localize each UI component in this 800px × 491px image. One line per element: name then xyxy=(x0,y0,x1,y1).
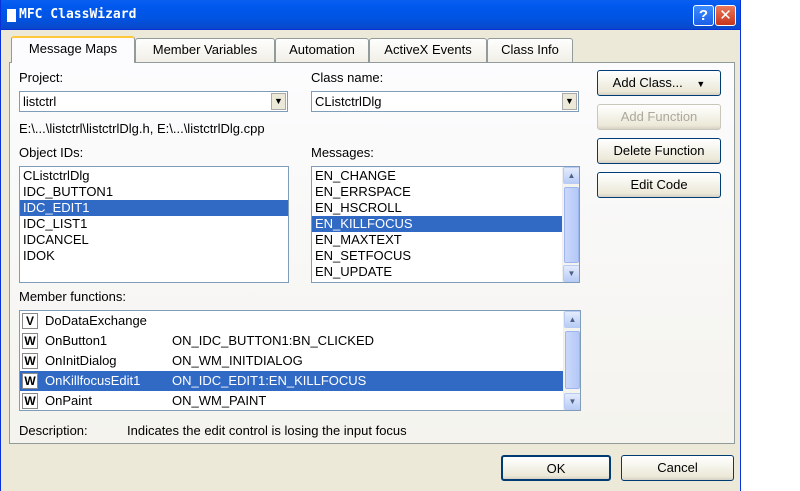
message-item[interactable]: EN_MAXTEXT xyxy=(312,232,563,248)
description-label: Description: xyxy=(19,423,88,438)
member-function-message: ON_WM_INITDIALOG xyxy=(172,353,303,368)
description-text: Indicates the edit control is losing the… xyxy=(127,423,407,438)
object-id-item[interactable]: IDC_EDIT1 xyxy=(20,200,288,216)
scroll-thumb[interactable] xyxy=(565,331,580,389)
tab-message-maps[interactable]: Message Maps xyxy=(11,36,135,63)
message-item[interactable]: EN_SETFOCUS xyxy=(312,248,563,264)
scroll-up-icon[interactable]: ▲ xyxy=(563,167,579,184)
chevron-down-icon: ▼ xyxy=(696,79,706,89)
scroll-down-icon[interactable]: ▼ xyxy=(564,393,580,410)
object-id-item[interactable]: IDC_BUTTON1 xyxy=(20,184,288,200)
window-title: MFC ClassWizard xyxy=(19,7,137,22)
virtual-function-icon: V xyxy=(22,313,38,329)
messages-list[interactable]: EN_CHANGE EN_ERRSPACE EN_HSCROLL EN_KILLFOC… xyxy=(311,166,580,283)
message-item[interactable]: EN_HSCROLL xyxy=(312,200,563,216)
class-name-label: Class name: xyxy=(311,70,384,85)
project-combo[interactable]: listctrl ▼ xyxy=(19,91,288,112)
message-item[interactable]: EN_CHANGE xyxy=(312,168,563,184)
member-function-row[interactable]: V DoDataExchange xyxy=(20,311,564,331)
member-function-row[interactable]: W OnPaint ON_WM_PAINT xyxy=(20,391,564,410)
class-name-combo[interactable]: CListctrlDlg ▼ xyxy=(311,91,579,112)
tab-automation[interactable]: Automation xyxy=(275,38,369,62)
windows-message-icon: W xyxy=(22,333,38,349)
member-function-row[interactable]: W OnKillfocusEdit1 ON_IDC_EDIT1:EN_KILLFOC… xyxy=(20,371,564,391)
object-ids-label: Object IDs: xyxy=(19,145,84,160)
member-function-row[interactable]: W OnInitDialog ON_WM_INITDIALOG xyxy=(20,351,564,371)
messages-label: Messages: xyxy=(311,145,374,160)
windows-message-icon: W xyxy=(22,393,38,409)
message-item[interactable]: EN_ERRSPACE xyxy=(312,184,563,200)
edit-code-button[interactable]: Edit Code xyxy=(597,172,721,198)
object-id-item[interactable]: IDOK xyxy=(20,248,288,264)
ok-button[interactable]: OK xyxy=(501,455,611,481)
windows-message-icon: W xyxy=(22,353,38,369)
chevron-down-icon[interactable]: ▼ xyxy=(271,93,286,110)
object-id-item[interactable]: IDCANCEL xyxy=(20,232,288,248)
project-label: Project: xyxy=(19,70,64,85)
help-button[interactable]: ? xyxy=(693,5,714,26)
close-button[interactable]: ✕ xyxy=(715,5,736,26)
cancel-button[interactable]: Cancel xyxy=(621,455,734,481)
window-icon xyxy=(7,9,16,22)
member-function-message: ON_WM_PAINT xyxy=(172,393,267,408)
member-function-message: ON_IDC_BUTTON1:BN_CLICKED xyxy=(172,333,375,348)
file-path: E:\...\listctrl\listctrlDlg.h, E:\...\li… xyxy=(19,121,265,136)
add-function-button[interactable]: Add Function xyxy=(597,104,721,130)
add-class-button[interactable]: Add Class... ▼ xyxy=(597,70,721,96)
member-function-name: OnInitDialog xyxy=(45,353,117,368)
member-functions-label: Member functions: xyxy=(19,289,126,304)
member-function-row[interactable]: W OnButton1 ON_IDC_BUTTON1:BN_CLICKED xyxy=(20,331,564,351)
tab-activex-events[interactable]: ActiveX Events xyxy=(369,38,487,62)
class-name-value: CListctrlDlg xyxy=(315,94,382,109)
object-id-item[interactable]: IDC_LIST1 xyxy=(20,216,288,232)
classwizard-dialog: MFC ClassWizard ? ✕ Message Maps Member … xyxy=(0,0,741,491)
message-item[interactable]: EN_UPDATE xyxy=(312,264,563,280)
tab-class-info[interactable]: Class Info xyxy=(487,38,573,62)
member-functions-scrollbar[interactable]: ▲ ▼ xyxy=(563,311,580,410)
member-function-name: OnPaint xyxy=(45,393,92,408)
member-function-name: OnButton1 xyxy=(45,333,108,348)
add-class-label: Add Class... xyxy=(612,75,683,90)
scroll-up-icon[interactable]: ▲ xyxy=(564,311,580,328)
member-function-name: DoDataExchange xyxy=(45,313,147,328)
scroll-down-icon[interactable]: ▼ xyxy=(563,265,579,282)
scroll-thumb[interactable] xyxy=(564,187,579,263)
delete-function-button[interactable]: Delete Function xyxy=(597,138,721,164)
chevron-down-icon[interactable]: ▼ xyxy=(562,93,577,110)
project-value: listctrl xyxy=(23,94,57,109)
member-functions-list[interactable]: V DoDataExchange W OnButton1 ON_IDC_BUTTON1:… xyxy=(19,310,581,411)
object-id-item[interactable]: CListctrlDlg xyxy=(20,168,288,184)
member-function-name: OnKillfocusEdit1 xyxy=(45,373,141,388)
title-bar: MFC ClassWizard ? ✕ xyxy=(1,0,740,30)
member-function-message: ON_IDC_EDIT1:EN_KILLFOCUS xyxy=(172,373,367,388)
tab-member-variables[interactable]: Member Variables xyxy=(135,38,275,62)
message-item[interactable]: EN_KILLFOCUS xyxy=(312,216,563,232)
windows-message-icon: W xyxy=(22,373,38,389)
object-ids-list[interactable]: CListctrlDlg IDC_BUTTON1 IDC_EDIT1 IDC_LIST… xyxy=(19,166,289,283)
messages-scrollbar[interactable]: ▲ ▼ xyxy=(562,167,579,282)
